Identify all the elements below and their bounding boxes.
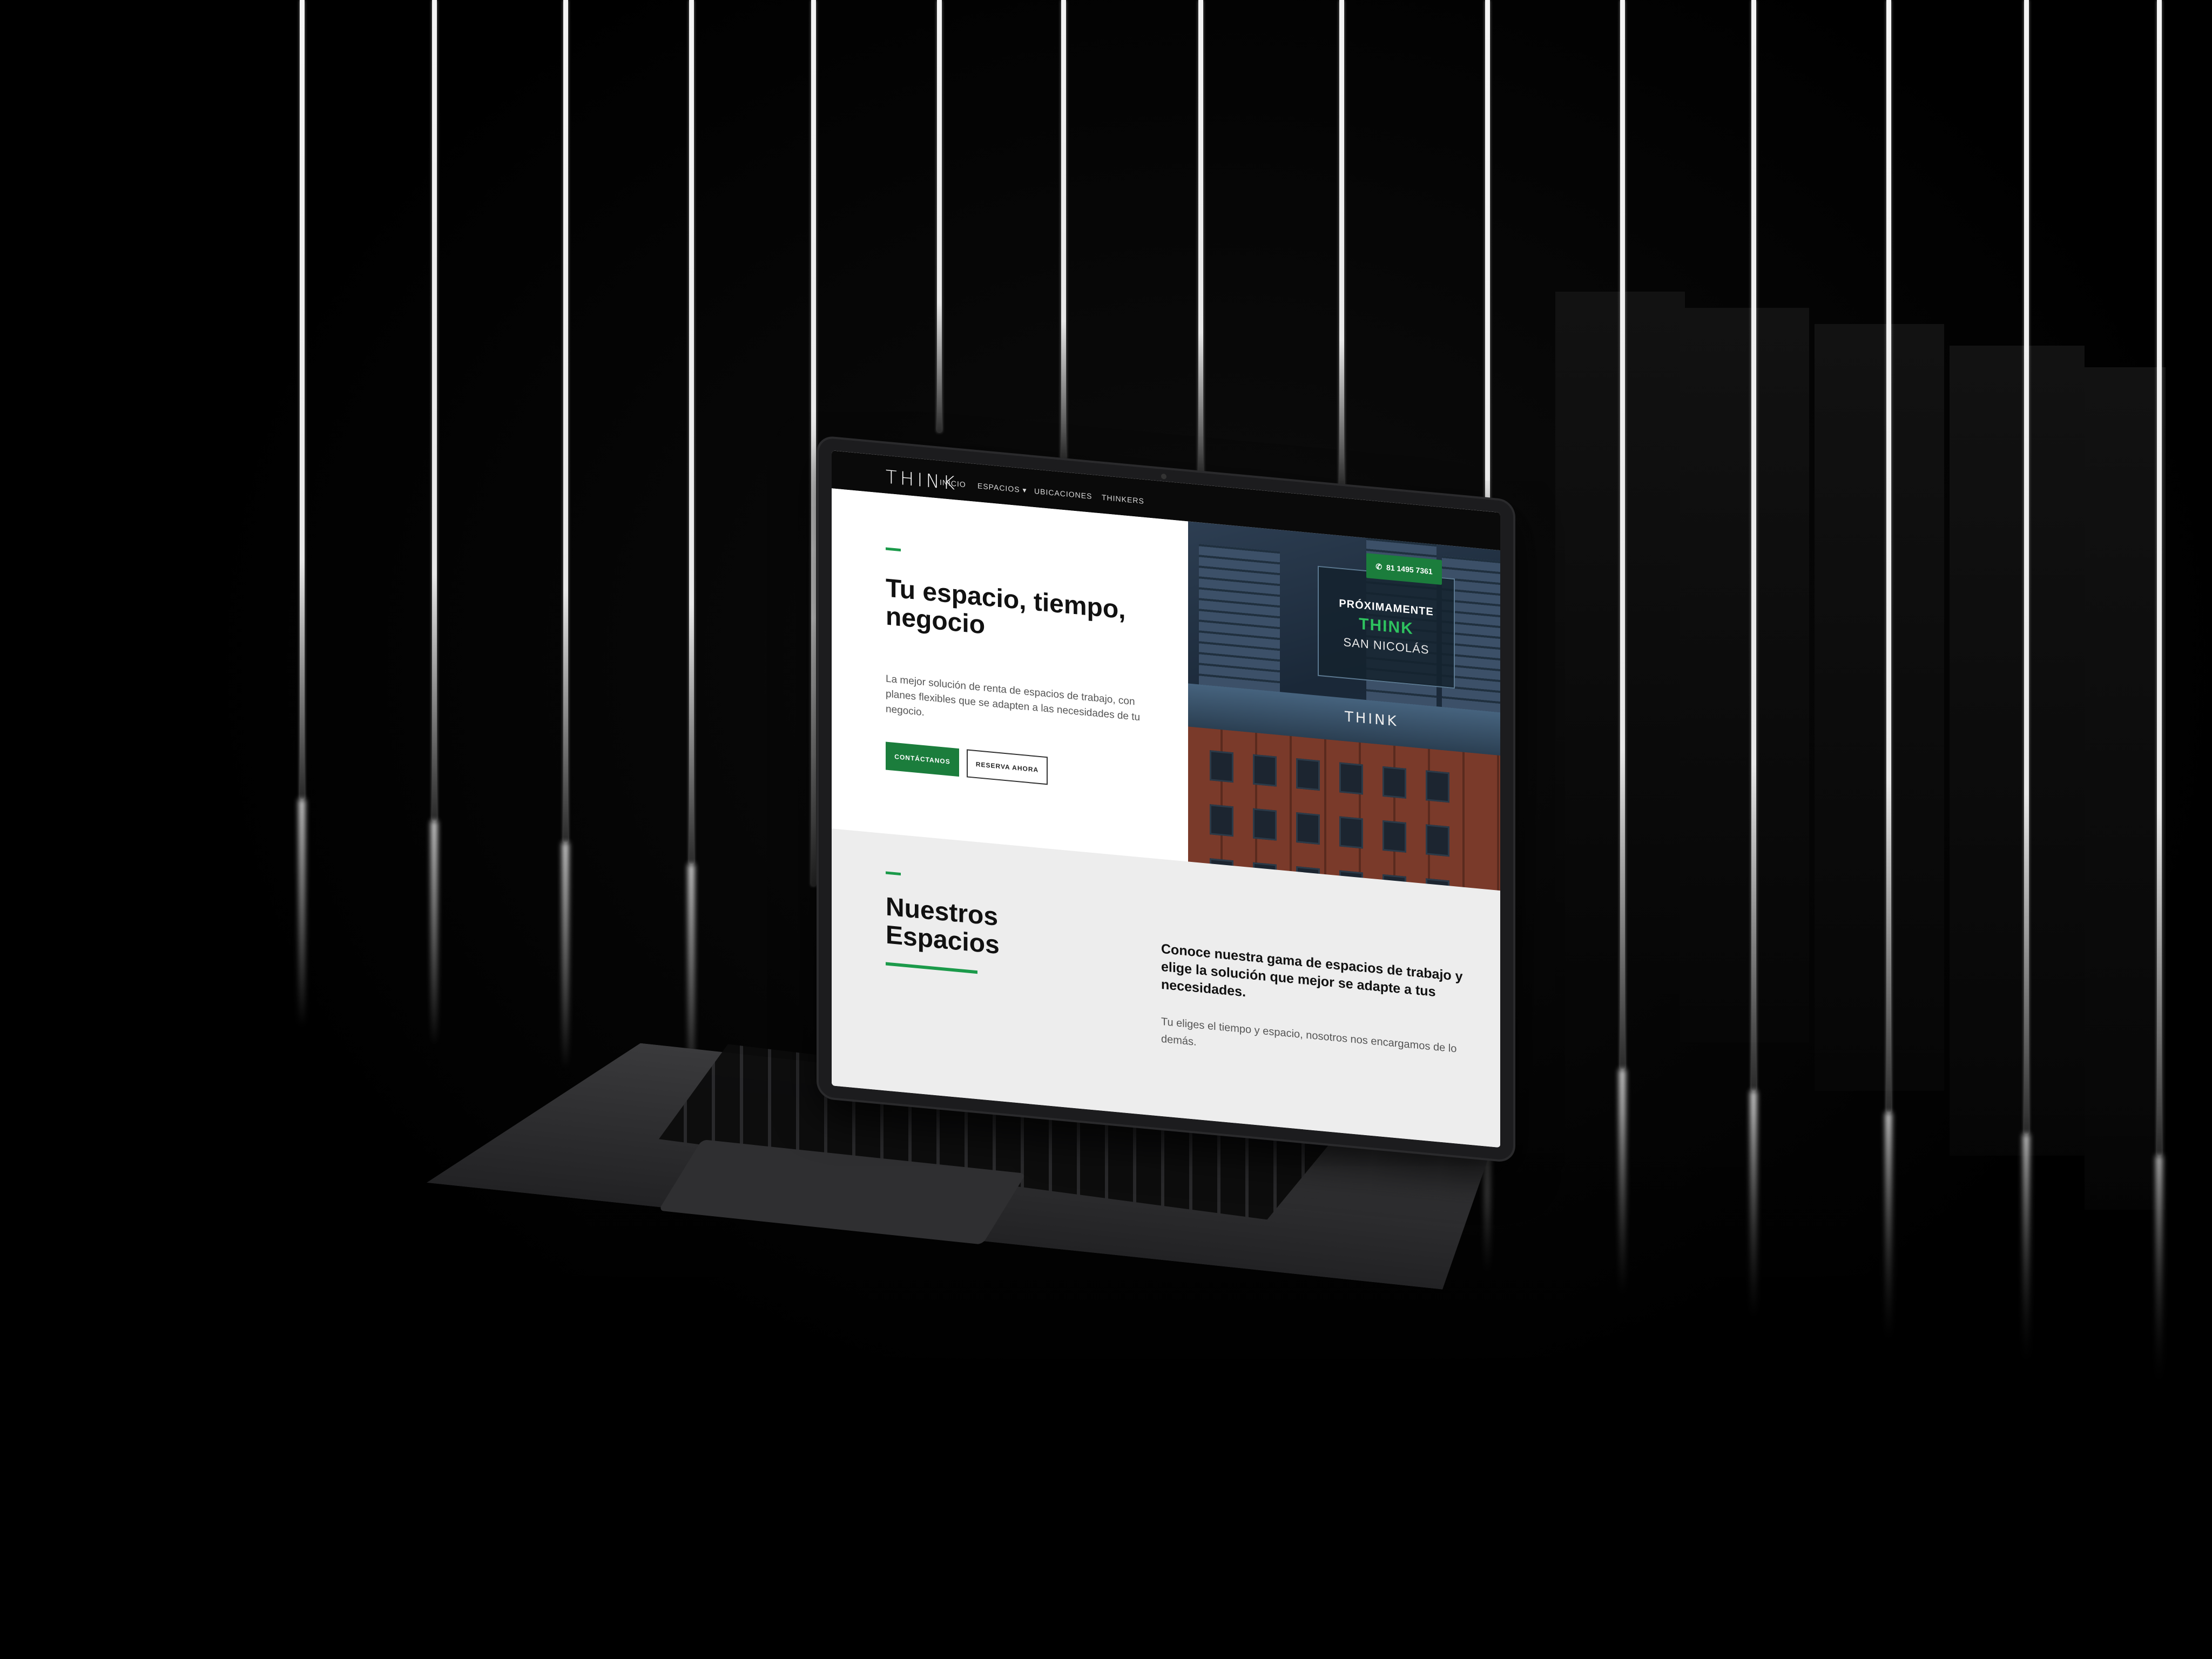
window [1426, 824, 1449, 857]
window [1339, 816, 1363, 849]
laptop: THINK INICIO ESPACIOS ▾ UBICACIONES THIN… [0, 0, 2212, 1659]
section-title: Nuestros Espacios [886, 892, 1000, 960]
window [1296, 812, 1320, 845]
billboard-line-3: SAN NICOLÁS [1343, 635, 1429, 657]
window [1296, 758, 1320, 791]
laptop-lid: THINK INICIO ESPACIOS ▾ UBICACIONES THIN… [819, 437, 1513, 1161]
section-heading: Conoce nuestra gama de espacios de traba… [1161, 941, 1463, 1000]
nav-item-ubicaciones[interactable]: UBICACIONES [1034, 487, 1092, 501]
accent-dash [886, 871, 901, 876]
phone-number: 81 1495 7361 [1386, 563, 1433, 576]
billboard-line-2: THINK [1359, 615, 1414, 638]
hero-title: Tu espacio, tiempo, negocio [886, 574, 1126, 640]
whatsapp-icon: ✆ [1375, 562, 1382, 571]
billboard: PRÓXIMAMENTE THINK SAN NICOLÁS [1318, 565, 1455, 689]
window [1210, 750, 1233, 783]
window [1339, 762, 1363, 795]
window [1382, 820, 1406, 853]
accent-dash [886, 547, 901, 552]
hero-subtitle: La mejor solución de renta de espacios d… [886, 673, 1141, 724]
window [1210, 804, 1233, 837]
section-body: Tu eliges el tiempo y espacio, nosotros … [1161, 1015, 1457, 1055]
browser-viewport: THINK INICIO ESPACIOS ▾ UBICACIONES THIN… [832, 450, 1500, 1148]
window [1253, 808, 1277, 841]
chevron-down-icon: ▾ [1022, 485, 1027, 495]
window [1426, 770, 1449, 803]
hero-section: Tu espacio, tiempo, negocio La mejor sol… [832, 488, 1188, 862]
section-underline [886, 962, 977, 974]
contact-button[interactable]: CONTÁCTANOS [886, 741, 959, 777]
camera-icon [1161, 473, 1166, 480]
window [1253, 754, 1277, 787]
window [1382, 766, 1406, 799]
nav-item-espacios[interactable]: ESPACIOS ▾ [977, 481, 1027, 495]
nav-item-thinkers[interactable]: THINKERS [1102, 493, 1144, 505]
reserve-button[interactable]: RESERVA AHORA [967, 749, 1048, 785]
billboard-line-1: PRÓXIMAMENTE [1339, 597, 1434, 618]
